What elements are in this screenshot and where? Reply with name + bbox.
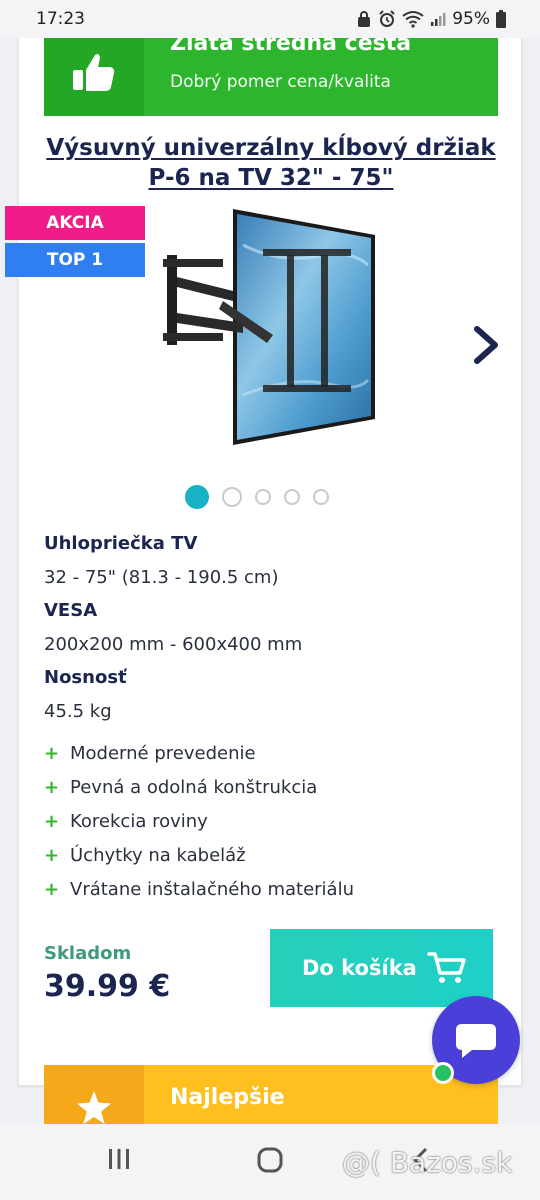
feature-text: Pevná a odolná konštrukcia <box>70 777 318 798</box>
plus-icon: + <box>44 777 60 798</box>
feature-list: + Moderné prevedenie + Pevná a odolná konš… <box>44 737 354 907</box>
cart-icon <box>427 952 466 983</box>
feature-item: + Vrátane inštalačného materiálu <box>44 873 354 907</box>
status-icons: 95% <box>356 9 506 29</box>
banner-title: Zlatá stredná cesta <box>170 38 412 56</box>
spec-label-diagonal: Uhlopriečka TV <box>44 533 198 554</box>
gallery-dot-5[interactable] <box>313 489 329 505</box>
feature-item: + Úchytky na kabeláž <box>44 839 354 873</box>
feature-text: Korekcia roviny <box>70 811 208 832</box>
signal-icon <box>431 13 446 26</box>
alarm-icon <box>379 10 395 27</box>
chat-icon <box>456 1024 496 1058</box>
spec-label-vesa: VESA <box>44 600 98 621</box>
wifi-icon <box>402 11 424 28</box>
watermark: @( Bazos.sk <box>342 1146 513 1179</box>
price: 39.99 € <box>44 969 171 1004</box>
plus-icon: + <box>44 879 60 900</box>
feature-item: + Pevná a odolná konštrukcia <box>44 771 354 805</box>
status-time: 17:23 <box>36 9 85 29</box>
feature-text: Úchytky na kabeláž <box>70 845 246 866</box>
feature-text: Moderné prevedenie <box>70 743 256 764</box>
spec-value-capacity: 45.5 kg <box>44 701 112 722</box>
banner-best-title: Najlepšie <box>170 1085 285 1110</box>
badge-akcia: AKCIA <box>5 206 145 240</box>
lock-icon <box>358 11 371 27</box>
spec-label-capacity: Nosnosť <box>44 667 127 688</box>
plus-icon: + <box>44 811 60 832</box>
product-image[interactable] <box>163 205 383 449</box>
thumbs-up-icon <box>73 53 115 91</box>
spec-list: Uhlopriečka TV 32 - 75" (81.3 - 190.5 cm… <box>44 527 494 728</box>
battery-icon <box>496 10 506 28</box>
banner-subtitle: Dobrý pomer cena/kvalita <box>170 72 391 92</box>
home-icon[interactable] <box>256 1146 284 1174</box>
product-title-link[interactable]: Výsuvný univerzálny kĺbový držiak P-6 na… <box>44 133 498 193</box>
feature-item: + Moderné prevedenie <box>44 737 354 771</box>
star-icon-box <box>44 1065 144 1124</box>
badge-top: TOP 1 <box>5 243 145 277</box>
feature-item: + Korekcia roviny <box>44 805 354 839</box>
product-card: Zlatá stredná cesta Dobrý pomer cena/kva… <box>5 38 522 1124</box>
category-banner: Zlatá stredná cesta Dobrý pomer cena/kva… <box>44 38 498 116</box>
spec-value-diagonal: 32 - 75" (81.3 - 190.5 cm) <box>44 567 279 588</box>
add-to-cart-button[interactable]: Do košíka <box>270 929 493 1007</box>
recent-apps-icon[interactable] <box>106 1146 132 1172</box>
star-icon <box>77 1091 111 1124</box>
stock-status: Skladom <box>44 943 132 964</box>
thumbs-up-icon-box <box>44 38 144 116</box>
battery-percent: 95% <box>452 9 490 29</box>
plus-icon: + <box>44 845 60 866</box>
next-image-arrow-icon[interactable] <box>471 325 501 365</box>
status-bar: 17:23 95% <box>0 0 540 38</box>
plus-icon: + <box>44 743 60 764</box>
category-banner-best: Najlepšie <box>44 1065 498 1124</box>
gallery-dot-2[interactable] <box>222 487 242 507</box>
page-viewport: Zlatá stredná cesta Dobrý pomer cena/kva… <box>0 38 540 1124</box>
feature-text: Vrátane inštalačného materiálu <box>70 879 355 900</box>
gallery-dot-3[interactable] <box>255 489 271 505</box>
gallery-dots <box>185 485 329 509</box>
gallery-dot-4[interactable] <box>284 489 300 505</box>
add-to-cart-label: Do košíka <box>302 956 417 980</box>
gallery-dot-1[interactable] <box>185 485 209 509</box>
online-status-dot <box>432 1062 454 1084</box>
spec-value-vesa: 200x200 mm - 600x400 mm <box>44 634 303 655</box>
